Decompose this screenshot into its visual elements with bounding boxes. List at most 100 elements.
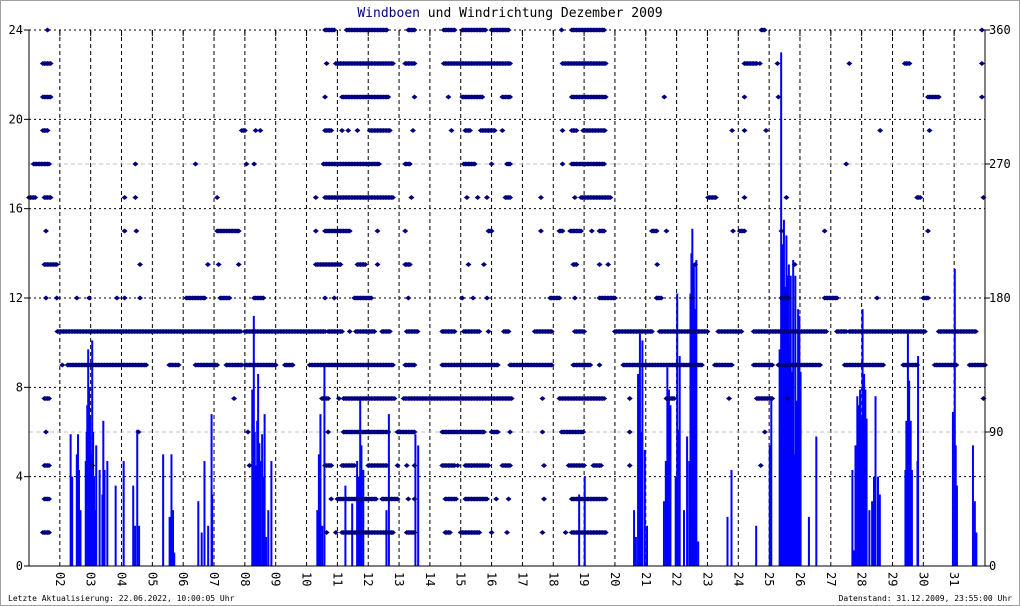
- gust-bar: [270, 461, 273, 566]
- x-tick-label: 11: [330, 572, 344, 586]
- gust-bar: [678, 356, 681, 566]
- gust-bar: [583, 476, 586, 566]
- gust-bar: [646, 525, 649, 566]
- x-tick-label: 12: [361, 572, 375, 586]
- gust-bar: [207, 525, 210, 566]
- wind-chart: Windboen und Windrichtung Dezember 2009 …: [0, 0, 1020, 606]
- gust-bar: [360, 445, 363, 566]
- x-tick-label: 28: [855, 572, 869, 586]
- x-tick-label: 16: [485, 572, 499, 586]
- x-tick-label: 05: [145, 572, 159, 586]
- x-tick-label: 03: [84, 572, 98, 586]
- gust-bar: [874, 396, 877, 566]
- gust-bar: [122, 461, 125, 566]
- gust-bar: [730, 469, 733, 566]
- gust-bar: [211, 494, 214, 566]
- gust-bar: [683, 510, 686, 566]
- y-left-tick-label: 20: [9, 112, 23, 126]
- x-tick-label: 26: [793, 572, 807, 586]
- gust-bar: [686, 436, 689, 566]
- gust-bar: [971, 445, 974, 566]
- gust-bar: [200, 532, 203, 566]
- gust-bar: [854, 445, 857, 566]
- gust-bar: [197, 501, 200, 566]
- x-tick-label: 27: [824, 572, 838, 586]
- x-tick-label: 07: [207, 572, 221, 586]
- y-right-tick-label: 360: [989, 23, 1011, 37]
- gust-bar: [321, 525, 324, 566]
- gust-bar: [807, 516, 810, 566]
- gust-bar: [134, 525, 137, 566]
- footer-data-status: Datenstand: 31.12.2009, 23:55:00 Uhr: [839, 594, 1013, 603]
- y-left-tick-label: 16: [9, 202, 23, 216]
- gust-bar: [138, 525, 141, 566]
- gust-bar: [168, 516, 171, 566]
- x-tick-label: 08: [238, 572, 252, 586]
- gust-bar: [641, 340, 644, 566]
- gust-bar: [417, 445, 420, 566]
- gust-bar: [878, 494, 881, 566]
- x-tick-label: 09: [269, 572, 283, 586]
- gust-bar: [975, 532, 978, 566]
- gust-bar: [136, 429, 139, 566]
- gust-bar: [259, 461, 262, 566]
- gust-bar: [910, 469, 913, 566]
- y-left-tick-label: 4: [16, 470, 23, 484]
- gust-bar: [387, 414, 390, 566]
- x-tick-label: 10: [300, 572, 314, 586]
- y-left-tick-label: 24: [9, 23, 23, 37]
- gust-bar: [103, 469, 106, 566]
- gust-bar: [633, 510, 636, 566]
- gust-bar: [356, 461, 359, 566]
- x-tick-label: 14: [423, 572, 437, 586]
- gust-bar: [917, 356, 920, 566]
- title-rest: und Windrichtung Dezember 2009: [420, 6, 663, 21]
- gust-bar: [71, 476, 74, 566]
- gust-bar: [132, 485, 135, 566]
- title-accent: Windboen: [357, 6, 420, 21]
- gust-bar: [634, 536, 637, 566]
- gust-bar: [319, 414, 322, 566]
- x-tick-label: 13: [392, 572, 406, 586]
- x-tick-label: 25: [762, 572, 776, 586]
- gust-bar: [876, 476, 879, 566]
- x-tick-label: 23: [700, 572, 714, 586]
- x-tick-label: 20: [608, 572, 622, 586]
- x-tick-label: 24: [731, 572, 745, 586]
- gust-bar: [770, 396, 773, 566]
- x-tick-label: 04: [115, 572, 129, 586]
- gust-bar: [815, 436, 818, 566]
- y-right-tick-label: 270: [989, 157, 1011, 171]
- gust-bar: [162, 454, 165, 566]
- y-right-tick-label: 90: [989, 425, 1003, 439]
- gust-bar: [95, 445, 98, 566]
- x-tick-label: 21: [639, 572, 653, 586]
- gust-bar: [385, 510, 388, 566]
- x-tick-label: 15: [454, 572, 468, 586]
- gust-bar: [697, 541, 700, 566]
- gust-bar: [203, 461, 206, 566]
- gust-bar: [799, 371, 802, 566]
- gust-bar: [173, 552, 176, 566]
- gust-bar: [669, 405, 672, 566]
- y-left-tick-label: 12: [9, 291, 23, 305]
- x-tick-label: 06: [176, 572, 190, 586]
- gust-bar: [79, 510, 82, 566]
- chart-title: Windboen und Windrichtung Dezember 2009: [357, 6, 662, 21]
- y-left-tick-label: 0: [16, 559, 23, 573]
- gust-bar: [868, 510, 871, 566]
- gust-bar: [106, 461, 109, 566]
- gust-bar: [865, 418, 868, 566]
- x-tick-label: 18: [546, 572, 560, 586]
- y-right-tick-label: 0: [989, 559, 996, 573]
- gust-bar: [267, 510, 270, 566]
- y-right-tick-label: 180: [989, 291, 1011, 305]
- gust-bar: [755, 525, 758, 566]
- x-tick-label: 30: [916, 572, 930, 586]
- x-tick-label: 29: [885, 572, 899, 586]
- x-tick-label: 02: [53, 572, 67, 586]
- gust-bar: [643, 449, 646, 566]
- gust-bar: [955, 485, 958, 566]
- x-tick-label: 17: [515, 572, 529, 586]
- x-tick-label: 22: [670, 572, 684, 586]
